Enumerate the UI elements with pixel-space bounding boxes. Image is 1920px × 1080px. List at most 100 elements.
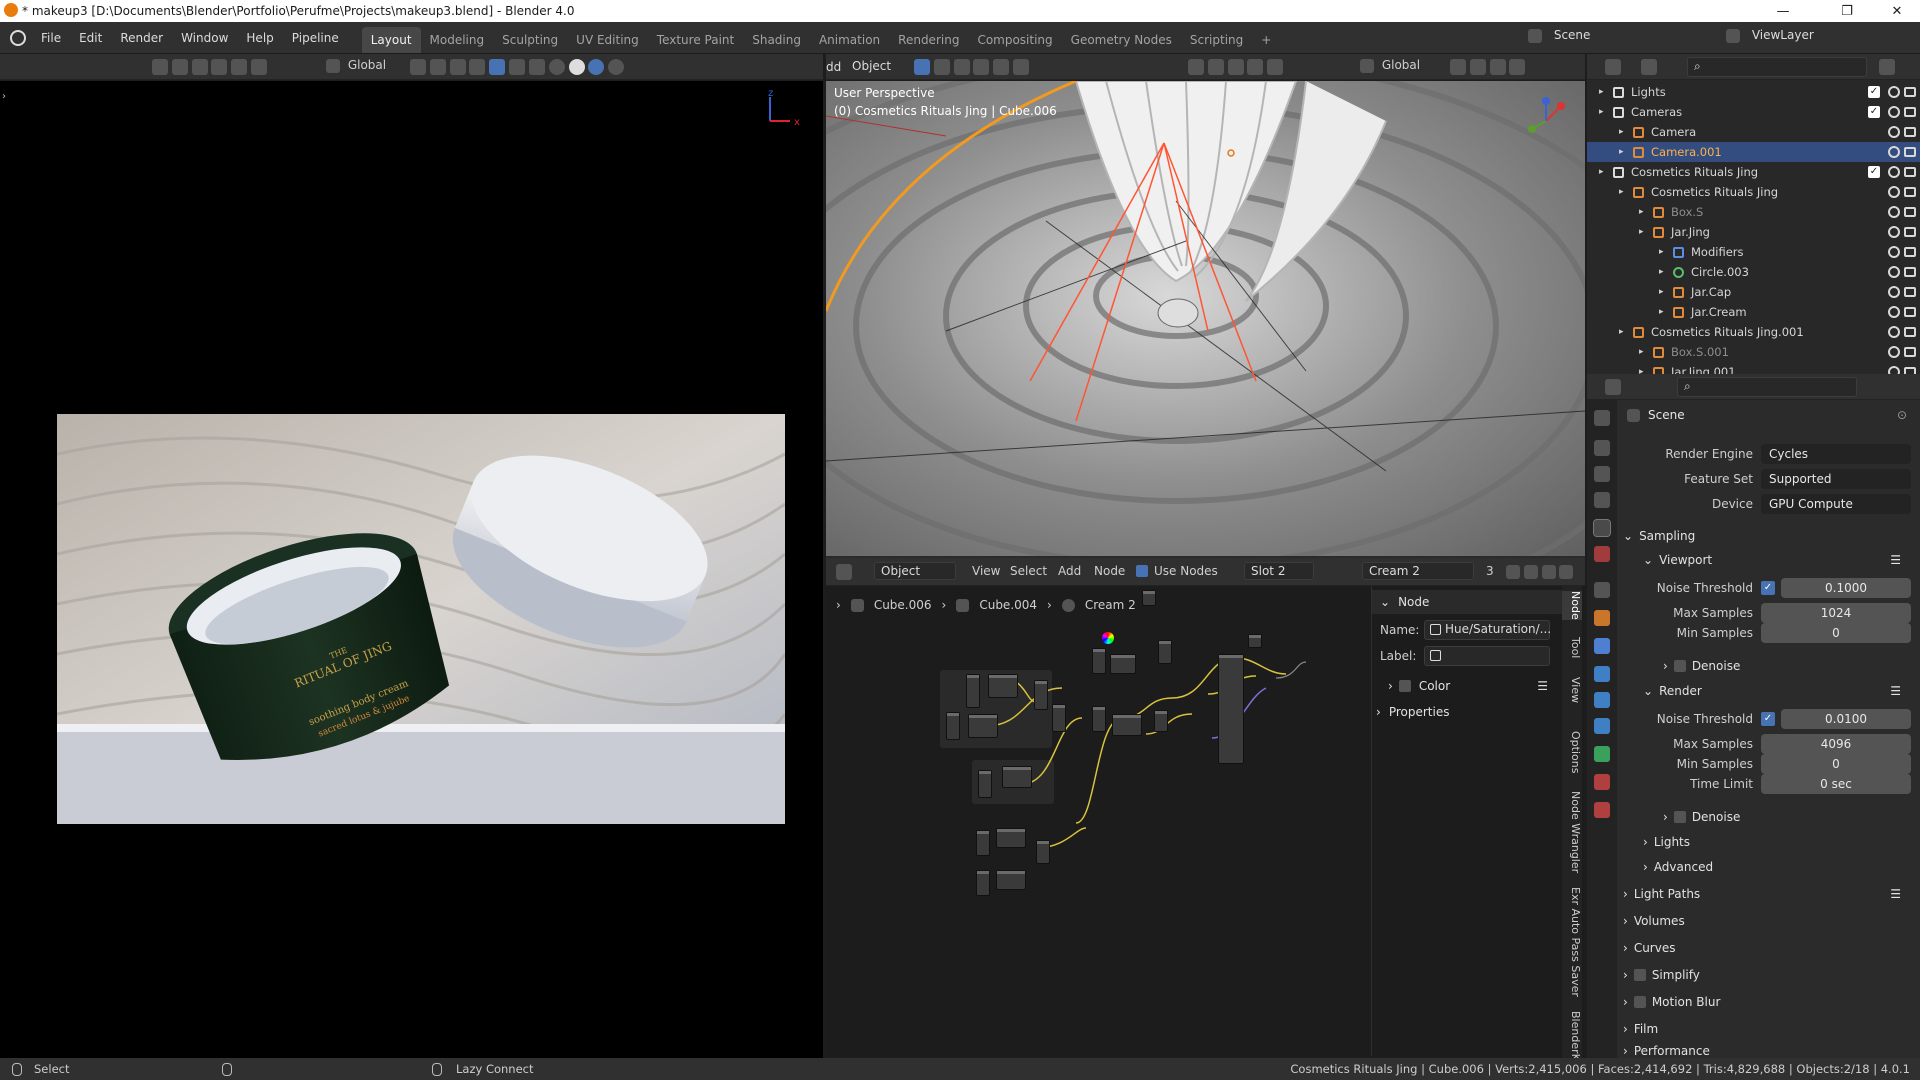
shader-node[interactable] xyxy=(966,674,980,708)
proportional-icon[interactable] xyxy=(1489,59,1506,75)
shader-node[interactable] xyxy=(1092,706,1106,732)
node-color-checkbox[interactable] xyxy=(1398,680,1411,692)
shader-node[interactable] xyxy=(988,674,1018,698)
eye-icon[interactable] xyxy=(1888,266,1900,278)
shader-node[interactable] xyxy=(1052,704,1066,732)
outliner-row[interactable]: ▸ Cosmetics Rituals Jing xyxy=(1587,182,1920,202)
motion-blur-checkbox[interactable] xyxy=(1633,996,1646,1008)
tab-node-wrangler[interactable]: Node Wrangler xyxy=(1562,791,1582,873)
shader-node[interactable] xyxy=(968,714,998,738)
tab-node[interactable]: Node xyxy=(1562,591,1582,620)
viewport-min-samples-field[interactable]: 0 xyxy=(1761,623,1911,643)
eye-icon[interactable] xyxy=(1888,106,1900,118)
tab-animation[interactable]: Animation xyxy=(810,27,889,53)
magnet-icon[interactable] xyxy=(429,59,446,75)
select-mode-icon[interactable] xyxy=(914,59,930,75)
light-paths-panel[interactable]: › Light Paths ☰ xyxy=(1623,882,1911,906)
menu-pipeline[interactable]: Pipeline xyxy=(283,22,348,54)
outliner-row[interactable]: ▸ Camera xyxy=(1587,122,1920,142)
list-icon[interactable]: ☰ xyxy=(1890,684,1901,698)
render-max-samples-field[interactable]: 4096 xyxy=(1761,734,1911,754)
eye-icon[interactable] xyxy=(1888,326,1900,338)
expand-arrow-icon[interactable]: ▸ xyxy=(1639,227,1644,237)
list-icon[interactable]: ☰ xyxy=(1890,553,1901,567)
viewport-max-samples-field[interactable]: 1024 xyxy=(1761,603,1911,623)
bookmark-icon[interactable] xyxy=(171,59,188,75)
render-engine-dropdown[interactable]: Cycles xyxy=(1761,444,1911,464)
viewport-subpanel-header[interactable]: ⌄ Viewport ☰ xyxy=(1643,548,1911,572)
outliner[interactable]: ⌕ ▸ Lights ✓ ▸ Cameras ✓ ▸ Camera ▸ Camera.001 ▸ Co… xyxy=(1587,54,1920,379)
render-camera-icon[interactable] xyxy=(1904,187,1916,197)
outliner-row[interactable]: ▸ Box.S xyxy=(1587,202,1920,222)
curves-panel[interactable]: › Curves xyxy=(1623,936,1911,960)
filter-icon[interactable] xyxy=(1879,59,1895,75)
shader-node[interactable] xyxy=(1110,654,1136,674)
film-panel[interactable]: › Film xyxy=(1623,1017,1911,1041)
feature-set-dropdown[interactable]: Supported xyxy=(1761,469,1911,489)
xray-icon[interactable] xyxy=(528,59,545,75)
render-denoise-subpanel[interactable]: › Denoise xyxy=(1663,805,1911,829)
select-extend-icon[interactable] xyxy=(933,59,950,75)
view-layer-tab-icon[interactable] xyxy=(1594,492,1610,508)
expand-arrow-icon[interactable]: ▸ xyxy=(1659,287,1664,297)
shader-node[interactable] xyxy=(1034,680,1048,710)
exclude-checkbox[interactable]: ✓ xyxy=(1868,166,1880,178)
sampling-panel-header[interactable]: ⌄ Sampling xyxy=(1623,524,1911,548)
expand-arrow-icon[interactable]: ▸ xyxy=(1619,127,1624,137)
breadcrumb-mesh[interactable]: Cube.004 xyxy=(979,598,1037,612)
eye-icon[interactable] xyxy=(1888,286,1900,298)
render-camera-icon[interactable] xyxy=(1904,167,1916,177)
select-subtract-icon[interactable] xyxy=(953,59,970,75)
properties-search-input[interactable]: ⌕ xyxy=(1677,377,1857,397)
navigation-gizmo-icon[interactable] xyxy=(1516,91,1576,151)
tab-uv-editing[interactable]: UV Editing xyxy=(567,27,648,53)
shader-node[interactable] xyxy=(1036,840,1050,864)
node-menu-add[interactable]: Add xyxy=(1058,564,1081,578)
node-label-field[interactable] xyxy=(1424,646,1550,666)
material-shading-icon[interactable] xyxy=(588,59,605,75)
render-camera-icon[interactable] xyxy=(1904,287,1916,297)
outliner-row[interactable]: ▸ Cosmetics Rituals Jing ✓ xyxy=(1587,162,1920,182)
node-color-subpanel[interactable]: › Color ☰ xyxy=(1388,674,1548,698)
simplify-panel[interactable]: › Simplify xyxy=(1623,963,1911,987)
eye-icon[interactable] xyxy=(1888,226,1900,238)
object-tab-icon[interactable] xyxy=(1594,610,1610,626)
render-subpanel-header[interactable]: ⌄ Render ☰ xyxy=(1643,679,1911,703)
rendered-shading-icon[interactable] xyxy=(608,59,625,75)
magnet-icon[interactable] xyxy=(1469,59,1486,75)
display-mode-icon[interactable] xyxy=(1641,59,1657,75)
breadcrumb-material[interactable]: Cream 2 xyxy=(1085,598,1136,612)
texture-tab-icon[interactable] xyxy=(1594,802,1610,818)
pivot-icon[interactable] xyxy=(410,59,426,75)
eye-icon[interactable] xyxy=(1888,186,1900,198)
tab-texture-paint[interactable]: Texture Paint xyxy=(648,27,743,53)
tab-exr-auto-pass-saver[interactable]: Exr Auto Pass Saver xyxy=(1562,887,1582,997)
node-menu-node[interactable]: Node xyxy=(1094,564,1125,578)
bookmark-icon[interactable] xyxy=(1188,59,1204,75)
menu-render[interactable]: Render xyxy=(111,22,172,54)
tab-blenderkit[interactable]: BlenderK xyxy=(1562,1011,1582,1061)
render-camera-icon[interactable] xyxy=(1904,247,1916,257)
scene-tab-icon[interactable] xyxy=(1593,519,1611,537)
tab-options[interactable]: Options xyxy=(1562,731,1582,773)
collection-tab-icon[interactable] xyxy=(1594,582,1610,598)
node-menu-select[interactable]: Select xyxy=(1010,564,1047,578)
render-tab-icon[interactable] xyxy=(1594,440,1610,456)
viewport-noise-checkbox[interactable]: ✓ xyxy=(1761,581,1775,595)
eye-icon[interactable] xyxy=(1888,166,1900,178)
outliner-row[interactable]: ▸ Cameras ✓ xyxy=(1587,102,1920,122)
render-camera-icon[interactable] xyxy=(1904,307,1916,317)
shader-node[interactable] xyxy=(1092,648,1106,674)
viewport-noise-field[interactable]: 0.1000 xyxy=(1781,578,1911,598)
render-noise-checkbox[interactable]: ✓ xyxy=(1761,712,1775,726)
transform-icon[interactable] xyxy=(1207,59,1224,75)
render-camera-icon[interactable] xyxy=(1904,147,1916,157)
expand-arrow-icon[interactable]: ▸ xyxy=(1639,207,1644,217)
node-properties-panel[interactable]: › Properties xyxy=(1376,700,1556,724)
tab-modeling[interactable]: Modeling xyxy=(421,27,494,53)
overlay-icon[interactable] xyxy=(509,59,526,75)
gizmo-icon[interactable] xyxy=(489,59,506,75)
expand-arrow-icon[interactable]: ▸ xyxy=(1639,347,1644,357)
proportional-icon[interactable] xyxy=(449,59,466,75)
tab-rendering[interactable]: Rendering xyxy=(889,27,968,53)
